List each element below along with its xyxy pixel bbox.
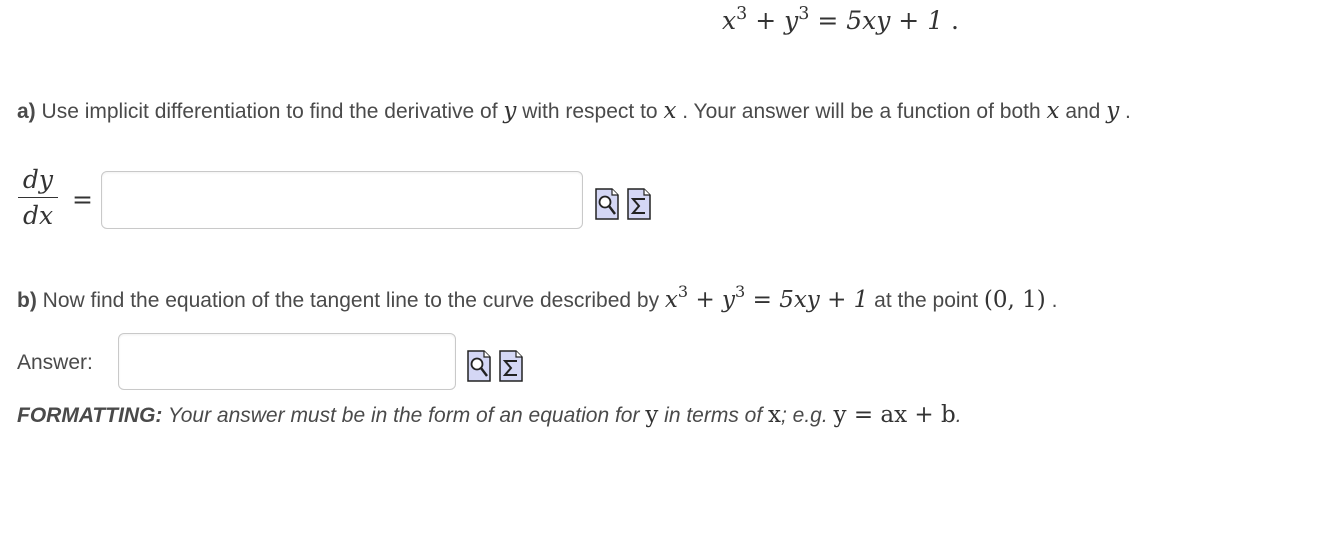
formatting-note: FORMATTING: Your answer must be in the f… [17,402,962,428]
part-a-prompt: a) Use implicit differentiation to find … [17,98,1131,124]
formatting-text4: . [955,404,962,427]
part-b-text1: Now find the equation of the tangent lin… [36,289,665,312]
part-b-equation: x3 + y3 = 5xy + 1 [664,282,869,313]
eq-exp1: 3 [736,3,748,24]
eq-x: x [722,6,737,35]
fraction-bar [18,197,58,198]
formatting-var-y: y [645,402,659,428]
magnifier-preview-icon[interactable] [594,187,620,221]
eq-exp2: 3 [798,3,810,24]
fraction-numerator: dy [22,165,54,194]
eq-y: y [784,6,799,35]
fraction-denominator: dx [22,201,54,230]
part-a-var-y: y [503,98,517,124]
part-b-eq-y: y [722,287,736,313]
part-b-eq-x: x [664,287,678,313]
derivative-answer-input[interactable] [101,171,583,229]
fraction-equals: = [72,185,93,214]
part-a-var-x2: x [1046,98,1060,124]
formatting-text1: Your answer must be in the form of an eq… [162,404,646,427]
formatting-label: FORMATTING: [17,404,163,427]
answer-label: Answer: [17,351,93,374]
tangent-line-answer-input[interactable] [118,333,456,390]
part-b-eq-exp1: 3 [677,282,689,302]
part-b-eq-rest: = 5xy + 1 [745,287,869,313]
part-a-label: a) [17,100,36,123]
part-b-text2: at the point [868,289,984,312]
part-a-var-y2: y [1106,98,1120,124]
formatting-text3: ; e.g. [781,404,834,427]
given-equation: x3 + y3 = 5xy + 1 . [722,3,960,36]
eq-rhs: 5xy + 1 [846,6,944,35]
part-a-text4: and [1059,100,1107,123]
part-b-prompt: b) Now find the equation of the tangent … [17,282,1058,313]
formatting-var-x: x [768,402,781,428]
eq-period: . [943,6,960,35]
part-a-text3: . Your answer will be a function of both [676,100,1047,123]
derivative-fraction: dy dx [18,166,58,230]
part-b-eq-exp2: 3 [735,282,746,302]
eq-equals: = [817,6,839,35]
part-b-label: b) [17,289,37,312]
part-b-text3: . [1045,289,1058,312]
magnifier-preview-icon[interactable] [466,349,492,383]
sigma-equation-editor-icon[interactable] [626,187,652,221]
part-b-point: (0, 1) [983,287,1046,313]
part-a-var-x: x [663,98,677,124]
eq-plus: + [755,6,777,35]
part-a-text2: with respect to [516,100,664,123]
sigma-equation-editor-icon[interactable] [498,349,524,383]
part-a-text5: . [1119,100,1131,123]
formatting-example: y = ax + b [833,402,956,428]
part-a-text1: Use implicit differentiation to find the… [35,100,504,123]
part-b-eq-plus: + [688,287,723,313]
formatting-text2: in terms of [658,404,769,427]
